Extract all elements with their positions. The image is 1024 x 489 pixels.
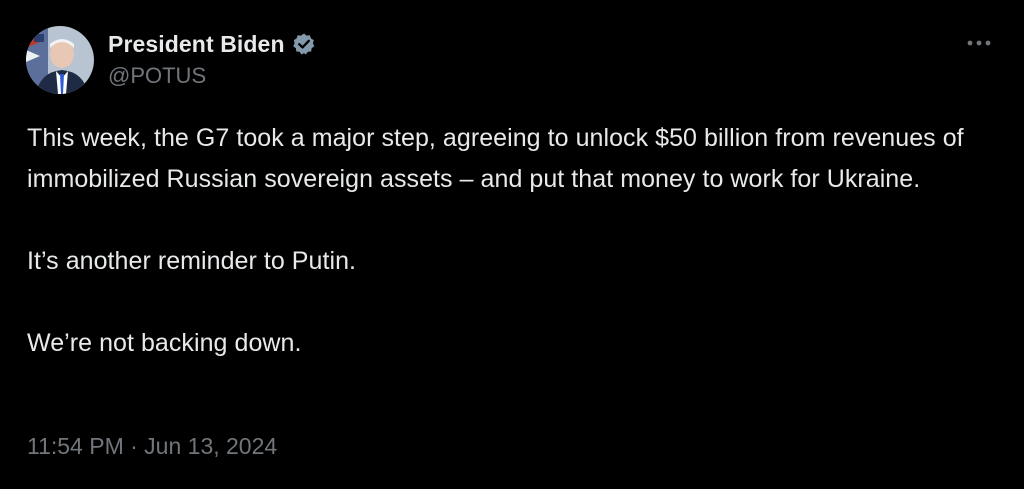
tweet-paragraph-3: We’re not backing down. <box>27 329 302 357</box>
tweet-paragraph-2: It’s another reminder to Putin. <box>27 247 357 275</box>
avatar[interactable] <box>26 26 94 94</box>
author-name[interactable]: President Biden <box>108 29 285 59</box>
tweet-card: President Biden @POTUS This week, the G7… <box>0 0 1024 489</box>
tweet-timestamp[interactable]: 11:54 PM · Jun 13, 2024 <box>27 433 277 459</box>
tweet-text: This week, the G7 took a major step, agr… <box>27 118 987 364</box>
author-name-row[interactable]: President Biden <box>108 29 316 59</box>
author-info: President Biden @POTUS <box>108 29 316 91</box>
tweet-meta: 11:54 PM · Jun 13, 2024 <box>27 430 277 462</box>
tweet-paragraph-1: This week, the G7 took a major step, agr… <box>27 124 964 193</box>
more-horizontal-icon[interactable] <box>964 28 994 58</box>
author-handle[interactable]: @POTUS <box>108 61 316 91</box>
verified-badge-icon <box>292 32 316 56</box>
tweet-header: President Biden @POTUS <box>26 26 316 94</box>
